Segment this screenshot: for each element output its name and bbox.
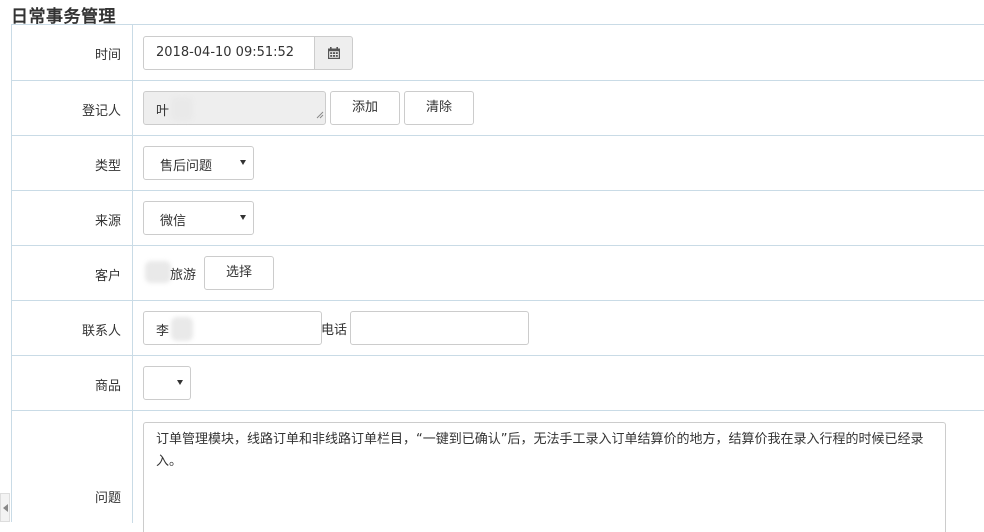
contact-input[interactable]: 李: [143, 311, 322, 345]
row-content: 李 电话: [133, 301, 984, 355]
scroll-left-icon[interactable]: [3, 504, 8, 512]
form-table: 时间 2018-04-10 09:51:52 登记人 叶 添加 清除 类型 售后…: [11, 24, 984, 532]
label-cell: 时间: [12, 25, 133, 80]
product-label: 商品: [94, 379, 121, 394]
datetime-value: 2018-04-10 09:51:52: [156, 45, 295, 60]
label-cell: 类型: [12, 136, 133, 190]
row-registrant: 登记人 叶 添加 清除: [12, 81, 984, 136]
add-button[interactable]: 添加: [330, 91, 400, 125]
redaction-blur: [145, 261, 171, 283]
registrant-label: 登记人: [81, 104, 121, 119]
choose-button-label: 选择: [225, 265, 252, 280]
row-content: [133, 356, 984, 410]
row-source: 来源 微信: [12, 191, 984, 246]
datetime-input[interactable]: 2018-04-10 09:51:52: [143, 36, 315, 70]
label-cell: 问题: [12, 411, 133, 523]
type-selected-value: 售后问题: [160, 159, 213, 174]
clear-button[interactable]: 清除: [404, 91, 474, 125]
row-type: 类型 售后问题: [12, 136, 984, 191]
contact-label: 联系人: [81, 324, 121, 339]
dropdown-arrow-icon: [240, 215, 246, 220]
label-cell: 来源: [12, 191, 133, 245]
row-content: 旅游 选择: [133, 246, 984, 300]
customer-value: 旅游: [170, 268, 197, 283]
row-product: 商品: [12, 356, 984, 411]
row-content: 叶 添加 清除: [133, 81, 984, 135]
customer-label: 客户: [94, 269, 121, 284]
calendar-button[interactable]: [314, 36, 353, 70]
contact-value: 李: [156, 324, 170, 339]
dropdown-arrow-icon: [177, 380, 183, 385]
choose-customer-button[interactable]: 选择: [204, 256, 274, 290]
row-issue: 问题 订单管理模块，线路订单和非线路订单栏目，“一键到已确认”后，无法手工录入订…: [12, 411, 984, 532]
resize-handle-icon: [316, 108, 324, 123]
source-label: 来源: [94, 214, 121, 229]
issue-textarea[interactable]: 订单管理模块，线路订单和非线路订单栏目，“一键到已确认”后，无法手工录入订单结算…: [143, 422, 946, 532]
dropdown-arrow-icon: [240, 160, 246, 165]
clear-button-label: 清除: [425, 100, 452, 115]
row-content: 售后问题: [133, 136, 984, 190]
phone-input[interactable]: [350, 311, 529, 345]
row-content: 订单管理模块，线路订单和非线路订单栏目，“一键到已确认”后，无法手工录入订单结算…: [133, 411, 984, 532]
row-content: 微信: [133, 191, 984, 245]
label-cell: 商品: [12, 356, 133, 410]
registrant-textarea[interactable]: 叶: [143, 91, 326, 125]
label-cell: 联系人: [12, 301, 133, 355]
source-selected-value: 微信: [160, 214, 187, 229]
issue-text: 订单管理模块，线路订单和非线路订单栏目，“一键到已确认”后，无法手工录入订单结算…: [156, 432, 924, 469]
product-select[interactable]: [143, 366, 191, 400]
horizontal-scrollbar[interactable]: [0, 493, 10, 522]
add-button-label: 添加: [351, 100, 378, 115]
registrant-value: 叶: [156, 104, 170, 119]
row-customer: 客户 旅游 选择: [12, 246, 984, 301]
redaction-blur: [171, 97, 193, 121]
time-label: 时间: [94, 48, 121, 63]
redaction-blur: [171, 317, 193, 341]
type-label: 类型: [94, 159, 121, 174]
row-content: 2018-04-10 09:51:52: [133, 25, 984, 80]
issue-label: 问题: [94, 491, 121, 506]
row-contact: 联系人 李 电话: [12, 301, 984, 356]
source-select[interactable]: 微信: [143, 201, 254, 235]
type-select[interactable]: 售后问题: [143, 146, 254, 180]
calendar-icon: [328, 47, 340, 63]
label-cell: 登记人: [12, 81, 133, 135]
row-time: 时间 2018-04-10 09:51:52: [12, 25, 984, 81]
phone-label: 电话: [321, 323, 348, 338]
label-cell: 客户: [12, 246, 133, 300]
